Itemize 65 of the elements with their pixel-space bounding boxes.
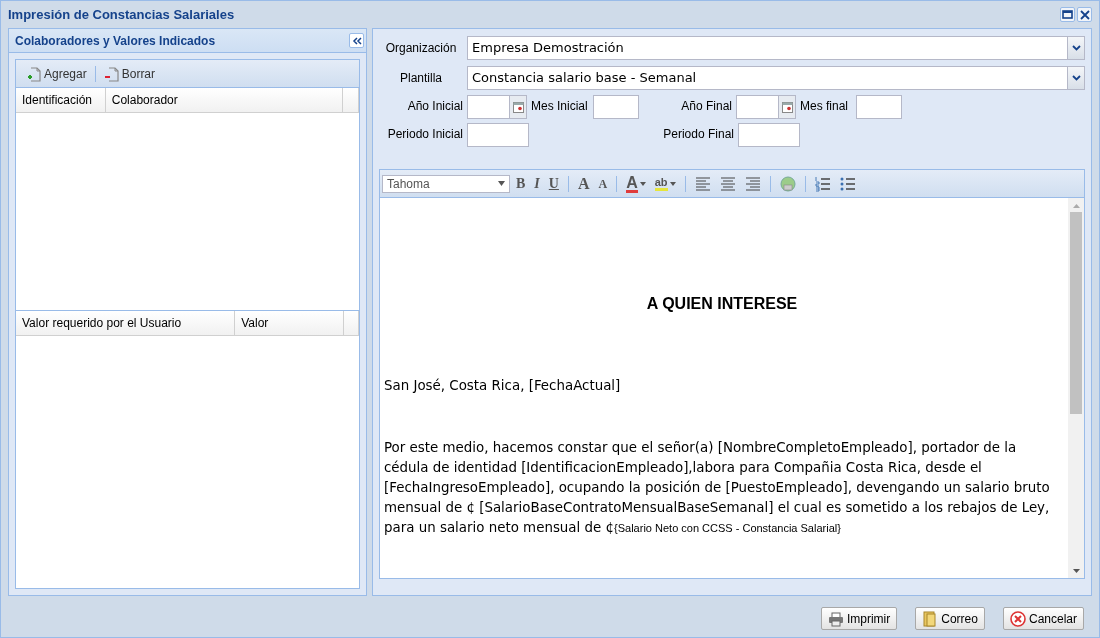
maximize-button[interactable]: [1060, 7, 1075, 22]
calendar-icon: [512, 101, 524, 113]
panel-title: Colaboradores y Valores Indicados: [15, 32, 216, 50]
column-header[interactable]: Valor requerido por el Usuario: [16, 311, 236, 335]
input-field[interactable]: [593, 95, 639, 119]
scrollbar[interactable]: [1068, 198, 1084, 578]
field-label: Organización: [384, 39, 458, 57]
column-header[interactable]: Colaborador: [105, 88, 344, 112]
caret-icon: [639, 181, 646, 186]
paragraph: Por este medio, hacemos constar que el señor(a) [NombreCompletoEmpleado], portador de la cédula de identidad [IdentificacionEmpleado],labora para Compañia Costa Rica, desde el [FechaIngresoEmpleado], ocupando la posición de [PuestoEmpleado], devengando un salario bruto mensual de ¢ [SalarioBaseContratoMensualBaseSemanal] el cual es sometido a los rebajos de Ley, para un salario neto mensual de ¢{Salario Neto con CCSS - Constancia Salarial}: [384, 439, 1051, 537]
field-label: Año Inicial: [406, 98, 464, 115]
field-label: Plantilla: [399, 69, 443, 87]
numbered-list-icon: [814, 175, 831, 192]
column-header[interactable]: Valor: [235, 311, 344, 335]
globe-icon: [779, 175, 796, 192]
field-label: Periodo Final: [662, 126, 735, 143]
increase-font-button[interactable]: A: [574, 172, 593, 195]
add-document-icon: [26, 65, 42, 82]
align-left-icon: [694, 175, 711, 192]
column-header[interactable]: Identificación: [16, 88, 106, 112]
font-dropdown[interactable]: Tahoma: [382, 174, 510, 193]
field-label: Mes final: [799, 98, 850, 115]
maximize-icon: [1062, 10, 1073, 19]
delete-button[interactable]: Borrar: [101, 62, 158, 85]
folder-icon: [922, 610, 939, 627]
double-chevron-icon: [351, 36, 362, 45]
chevron-down-icon: [1071, 74, 1081, 81]
input-field[interactable]: [467, 123, 529, 147]
caret-icon: [669, 181, 676, 186]
document-heading: A QUIEN INTERESE: [645, 294, 799, 314]
field-label: Periodo Inicial: [386, 126, 464, 143]
add-button[interactable]: Agregar: [24, 62, 89, 85]
dropdown[interactable]: Constancia salario base - Semanal: [467, 65, 1085, 90]
field-label: Mes Inicial: [530, 98, 589, 115]
font-color-button[interactable]: A: [623, 172, 649, 195]
caret-icon: [498, 181, 505, 186]
highlight-button[interactable]: ab: [651, 172, 679, 195]
dropdown[interactable]: Empresa Demostración: [467, 35, 1085, 60]
bullet-list-icon: [839, 175, 856, 192]
calendar-icon: [781, 101, 793, 113]
scroll-down-icon: [1072, 569, 1080, 573]
cancel-button[interactable]: Cancelar: [1002, 607, 1084, 630]
window-title: Impresión de Constancias Salariales: [8, 5, 235, 24]
input-field[interactable]: [738, 123, 800, 147]
field-label: Año Final: [680, 98, 733, 115]
year-picker[interactable]: [736, 95, 796, 119]
collapse-button[interactable]: [349, 33, 364, 48]
underline-button[interactable]: U: [545, 172, 562, 195]
chevron-down-icon: [1071, 44, 1081, 51]
print-button[interactable]: Imprimir: [820, 607, 898, 630]
scroll-up-icon: [1072, 204, 1080, 208]
bold-button[interactable]: B: [513, 172, 529, 195]
mail-button[interactable]: Correo: [915, 607, 985, 630]
close-button[interactable]: [1077, 7, 1092, 22]
align-center-icon: [719, 175, 736, 192]
year-picker[interactable]: [467, 95, 527, 119]
italic-button[interactable]: I: [531, 172, 543, 195]
align-right-icon: [744, 175, 761, 192]
close-icon: [1079, 9, 1090, 20]
place-date-line: San José, Costa Rica, [FechaActual]: [384, 377, 622, 395]
input-field[interactable]: [856, 95, 902, 119]
remove-document-icon: [103, 65, 120, 82]
printer-icon: [827, 610, 844, 627]
decrease-font-button[interactable]: A: [595, 172, 611, 195]
cancel-icon: [1009, 610, 1026, 627]
